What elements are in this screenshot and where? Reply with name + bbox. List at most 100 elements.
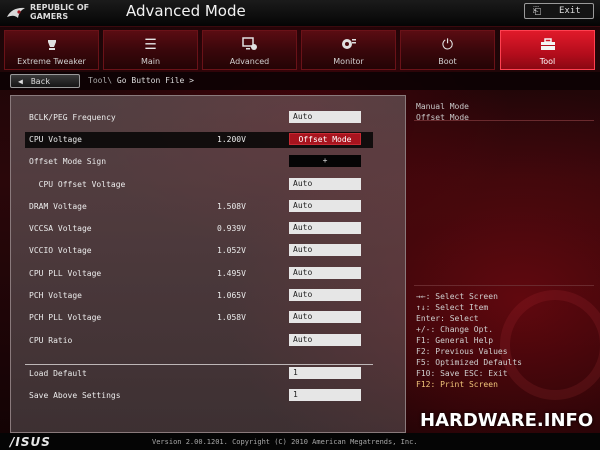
keys-divider <box>414 285 594 286</box>
key-hint: F10: Save ESC: Exit <box>416 369 508 378</box>
setting-row-pch-pll-voltage[interactable]: PCH PLL Voltage 1.058V Auto <box>25 310 373 326</box>
setting-value-field[interactable]: Auto <box>289 200 361 212</box>
tab-boot[interactable]: ⏻ Boot <box>400 30 495 70</box>
exit-door-icon: ⎗ <box>533 5 541 17</box>
tab-tool[interactable]: Tool <box>500 30 595 70</box>
setting-label: BCLK/PEG Frequency <box>29 113 116 122</box>
setting-value-field[interactable]: Auto <box>289 267 361 279</box>
back-button[interactable]: ◀ Back <box>10 74 80 88</box>
key-hint-print-screen: F12: Print Screen <box>416 380 498 389</box>
fan-gear-icon <box>340 36 358 54</box>
setting-row-save-above-settings[interactable]: Save Above Settings 1 <box>25 388 373 404</box>
key-legend: →←: Select Screen ↑↓: Select Item Enter:… <box>416 291 522 390</box>
setting-value-field[interactable]: Auto <box>289 178 361 190</box>
breadcrumb-parent[interactable]: Tool\ <box>88 76 112 85</box>
setting-row-load-default[interactable]: Load Default 1 <box>25 366 373 382</box>
footer: /ISUS Version 2.00.1201. Copyright (C) 2… <box>0 433 600 450</box>
brand-line-2: GAMERS <box>30 12 69 21</box>
breadcrumb-current: Go Button File > <box>116 76 194 85</box>
setting-row-cpu-ratio[interactable]: CPU Ratio Auto <box>25 333 373 349</box>
brand-line-1: REPUBLIC OF <box>30 3 90 12</box>
setting-current-value: 1.508V <box>217 202 246 211</box>
setting-value-field[interactable]: 1 <box>289 367 361 379</box>
setting-row-offset-mode-sign[interactable]: Offset Mode Sign + <box>25 154 373 170</box>
version-text: Version 2.00.1201. Copyright (C) 2010 Am… <box>152 438 418 446</box>
power-icon: ⏻ <box>441 37 454 53</box>
setting-label: DRAM Voltage <box>29 202 87 211</box>
page-title: Advanced Mode <box>126 2 246 20</box>
setting-value-field[interactable]: Auto <box>289 111 361 123</box>
key-hint: ↑↓: Select Item <box>416 303 489 312</box>
setting-value-field[interactable]: 1 <box>289 389 361 401</box>
setting-value-field[interactable]: Auto <box>289 244 361 256</box>
back-arrow-icon: ◀ <box>18 76 23 86</box>
tab-label: Boot <box>438 57 457 66</box>
setting-value-field[interactable]: Auto <box>289 222 361 234</box>
setting-label: Offset Mode Sign <box>29 157 107 166</box>
tab-label: Monitor <box>333 57 364 66</box>
tab-extreme-tweaker[interactable]: Extreme Tweaker <box>4 30 99 70</box>
monitor-gear-icon <box>241 36 259 54</box>
watermark: HARDWARE.INFO <box>420 410 594 431</box>
setting-row-cpu-offset-voltage[interactable]: CPU Offset Voltage Auto <box>25 177 373 193</box>
setting-label: Save Above Settings <box>29 391 121 400</box>
setting-row-pch-voltage[interactable]: PCH Voltage 1.065V Auto <box>25 288 373 304</box>
tab-monitor[interactable]: Monitor <box>301 30 396 70</box>
setting-label: VCCIO Voltage <box>29 246 92 255</box>
toolbox-icon <box>539 36 557 54</box>
rog-logo-text: REPUBLIC OF GAMERS <box>30 3 89 21</box>
breadcrumb-path: Tool\ Go Button File > <box>88 76 194 85</box>
key-hint: F1: General Help <box>416 336 494 345</box>
breadcrumb: ◀ Back Tool\ Go Button File > <box>0 72 600 90</box>
setting-label: Load Default <box>29 369 87 378</box>
help-option: Offset Mode <box>416 113 469 122</box>
gauge-icon <box>44 36 60 54</box>
setting-current-value: 1.058V <box>217 313 246 322</box>
setting-value-field[interactable]: Offset Mode <box>289 133 361 145</box>
setting-label: PCH PLL Voltage <box>29 313 102 322</box>
divider <box>25 364 373 365</box>
exit-label: Exit <box>559 6 581 16</box>
setting-value-field[interactable]: Auto <box>289 334 361 346</box>
tab-label: Advanced <box>229 57 270 66</box>
setting-row-cpu-voltage[interactable]: CPU Voltage 1.200V Offset Mode <box>25 132 373 148</box>
setting-current-value: 1.200V <box>217 135 246 144</box>
setting-row-bclk-peg[interactable]: BCLK/PEG Frequency Auto <box>25 110 373 126</box>
setting-row-vccio-voltage[interactable]: VCCIO Voltage 1.052V Auto <box>25 243 373 259</box>
rog-eye-icon <box>6 2 26 24</box>
tab-label: Extreme Tweaker <box>17 57 86 66</box>
help-option: Manual Mode <box>416 102 469 111</box>
key-hint: +/-: Change Opt. <box>416 325 494 334</box>
tab-label: Main <box>140 57 161 66</box>
asus-logo: /ISUS <box>10 435 51 449</box>
setting-label: CPU Ratio <box>29 336 73 345</box>
setting-value-field[interactable]: Auto <box>289 289 361 301</box>
setting-label: CPU Offset Voltage <box>29 180 126 189</box>
help-divider <box>414 120 594 121</box>
setting-label: VCCSA Voltage <box>29 224 92 233</box>
exit-button[interactable]: ⎗ Exit <box>524 3 594 19</box>
back-label: Back <box>30 76 51 86</box>
key-hint: F2: Previous Values <box>416 347 508 356</box>
top-bar: REPUBLIC OF GAMERS Advanced Mode ⎗ Exit <box>0 0 600 27</box>
setting-current-value: 1.065V <box>217 291 246 300</box>
setting-label: CPU PLL Voltage <box>29 269 102 278</box>
key-hint: Enter: Select <box>416 314 479 323</box>
tab-label: Tool <box>539 57 556 66</box>
setting-row-cpu-pll-voltage[interactable]: CPU PLL Voltage 1.495V Auto <box>25 266 373 282</box>
list-icon: ☰ <box>144 37 157 53</box>
setting-row-dram-voltage[interactable]: DRAM Voltage 1.508V Auto <box>25 199 373 215</box>
setting-value-field[interactable]: + <box>289 155 361 167</box>
key-hint: F5: Optimized Defaults <box>416 358 522 367</box>
setting-row-vccsa-voltage[interactable]: VCCSA Voltage 0.939V Auto <box>25 221 373 237</box>
tab-main[interactable]: ☰ Main <box>103 30 198 70</box>
settings-panel: BCLK/PEG Frequency Auto CPU Voltage 1.20… <box>10 95 406 433</box>
setting-current-value: 1.495V <box>217 269 246 278</box>
setting-current-value: 0.939V <box>217 224 246 233</box>
setting-label: PCH Voltage <box>29 291 82 300</box>
main-tabs: Extreme Tweaker ☰ Main Advanced Monitor … <box>4 30 596 70</box>
tab-advanced[interactable]: Advanced <box>202 30 297 70</box>
key-hint: →←: Select Screen <box>416 292 498 301</box>
setting-current-value: 1.052V <box>217 246 246 255</box>
setting-value-field[interactable]: Auto <box>289 311 361 323</box>
